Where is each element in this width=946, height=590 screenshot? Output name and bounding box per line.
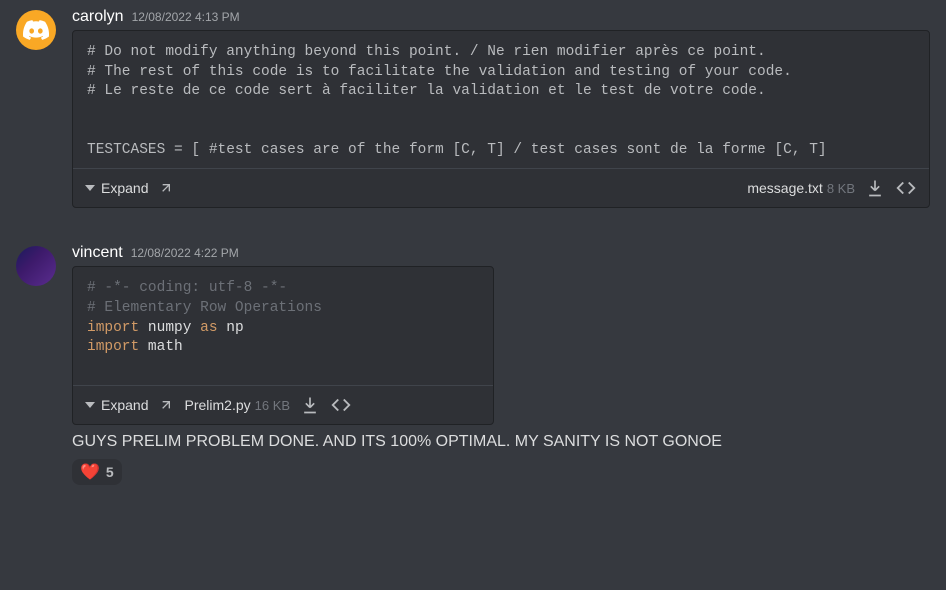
message: vincent 12/08/2022 4:22 PM # -*- coding:…	[0, 236, 946, 485]
code-preview: # Do not modify anything beyond this poi…	[73, 31, 929, 168]
filesize: 8 KB	[827, 181, 855, 196]
expand-label: Expand	[101, 180, 148, 196]
avatar[interactable]	[16, 10, 56, 50]
avatar[interactable]	[16, 246, 56, 286]
expand-button[interactable]: Expand	[85, 180, 148, 196]
chevron-down-icon	[85, 402, 95, 408]
chevron-down-icon	[85, 185, 95, 191]
message-header: carolyn 12/08/2022 4:13 PM	[72, 8, 930, 26]
attachment-footer: Expand Prelim2.py 16 KB	[73, 385, 493, 424]
file-meta: Prelim2.py 16 KB	[184, 397, 290, 413]
heart-emoji: ❤️	[80, 462, 100, 482]
message-body: vincent 12/08/2022 4:22 PM # -*- coding:…	[72, 244, 930, 485]
message: carolyn 12/08/2022 4:13 PM # Do not modi…	[0, 0, 946, 208]
download-icon[interactable]	[865, 178, 885, 198]
discord-logo-icon	[23, 17, 49, 43]
message-header: vincent 12/08/2022 4:22 PM	[72, 244, 930, 262]
file-meta: message.txt 8 KB	[747, 180, 855, 196]
file-attachment: # Do not modify anything beyond this poi…	[72, 30, 930, 208]
reaction[interactable]: ❤️ 5	[72, 459, 122, 485]
code-icon[interactable]	[895, 177, 917, 199]
timestamp: 12/08/2022 4:13 PM	[132, 10, 240, 24]
code-icon[interactable]	[330, 394, 352, 416]
code-preview: # -*- coding: utf-8 -*- # Elementary Row…	[73, 267, 493, 385]
reaction-count: 5	[106, 464, 114, 480]
download-icon[interactable]	[300, 395, 320, 415]
message-body: carolyn 12/08/2022 4:13 PM # Do not modi…	[72, 8, 930, 208]
popout-icon[interactable]	[158, 180, 174, 196]
popout-icon[interactable]	[158, 397, 174, 413]
username[interactable]: carolyn	[72, 8, 124, 26]
attachment-footer: Expand message.txt 8 KB	[73, 168, 929, 207]
username[interactable]: vincent	[72, 244, 123, 262]
filename: Prelim2.py	[184, 397, 250, 413]
filesize: 16 KB	[255, 398, 290, 413]
file-attachment: # -*- coding: utf-8 -*- # Elementary Row…	[72, 266, 494, 425]
timestamp: 12/08/2022 4:22 PM	[131, 246, 239, 260]
expand-button[interactable]: Expand	[85, 397, 148, 413]
filename: message.txt	[747, 180, 822, 196]
expand-label: Expand	[101, 397, 148, 413]
message-text: GUYS PRELIM PROBLEM DONE. AND ITS 100% O…	[72, 431, 930, 453]
